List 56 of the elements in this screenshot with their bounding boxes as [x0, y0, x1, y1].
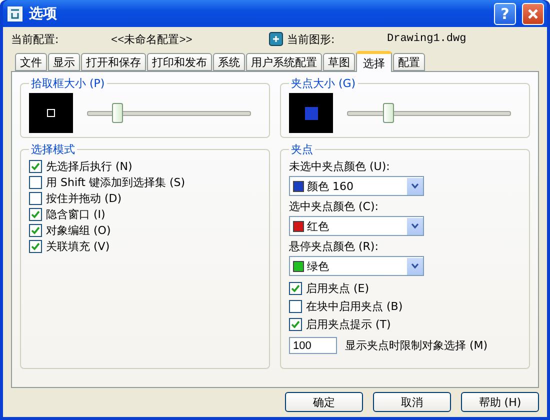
- checkbox[interactable]: [29, 208, 42, 221]
- checkbox-label: 隐含窗口 (I): [46, 207, 106, 222]
- drawing-icon: [269, 32, 283, 46]
- color-dropdown[interactable]: 颜色 160: [289, 176, 424, 196]
- slider-thumb[interactable]: [112, 102, 123, 122]
- checkbox-label: 用 Shift 键添加到选择集 (S): [46, 175, 186, 190]
- pickbox-preview: [29, 93, 73, 133]
- checkbox[interactable]: [29, 240, 42, 253]
- group-title: 夹点大小 (G): [290, 76, 357, 91]
- dialog-button[interactable]: 帮助 (H): [461, 392, 539, 412]
- checkbox-label: 在块中启用夹点 (B): [306, 299, 403, 314]
- checkbox[interactable]: [29, 192, 42, 205]
- field-label: 未选中夹点颜色 (U):: [289, 159, 391, 174]
- dialog-button[interactable]: 取消: [373, 392, 451, 412]
- dialog-button[interactable]: 确定: [285, 392, 363, 412]
- checkbox-label: 启用夹点提示 (T): [306, 317, 391, 332]
- group-title: 拾取框大小 (P): [30, 76, 106, 91]
- close-button[interactable]: [522, 2, 544, 24]
- field-label: 显示夹点时限制对象选择 (M): [345, 338, 488, 353]
- checkbox-label: 对象编组 (O): [46, 223, 111, 238]
- checkbox[interactable]: [289, 282, 302, 295]
- profile-label: 当前配置:: [11, 32, 60, 46]
- close-icon: [527, 8, 539, 20]
- group-title: 选择模式: [30, 142, 76, 157]
- color-dropdown[interactable]: 红色: [289, 216, 424, 236]
- field-label: 悬停夹点颜色 (R):: [289, 239, 380, 254]
- tab[interactable]: 选择: [356, 51, 392, 72]
- checkbox[interactable]: [289, 300, 302, 313]
- checkbox-label: 按住并拖动 (D): [46, 191, 122, 206]
- checkbox[interactable]: [289, 318, 302, 331]
- profile-value: <<未命名配置>>: [111, 33, 194, 46]
- drawing-label: 当前图形:: [287, 32, 336, 46]
- app-icon: [7, 6, 23, 22]
- tab[interactable]: 文件: [15, 53, 47, 71]
- checkbox-label: 关联填充 (V): [46, 239, 110, 254]
- grip-preview: [289, 93, 333, 133]
- tab[interactable]: 草图: [323, 53, 355, 71]
- tab[interactable]: 打印和发布: [147, 53, 212, 71]
- group-title: 夹点: [290, 142, 314, 157]
- slider-thumb[interactable]: [382, 102, 394, 122]
- help-button[interactable]: ?: [494, 2, 516, 24]
- tab[interactable]: 系统: [213, 53, 245, 71]
- tab[interactable]: 显示: [48, 53, 80, 71]
- drawing-value: Drawing1.dwg: [387, 33, 466, 45]
- color-dropdown[interactable]: 绿色: [289, 256, 424, 276]
- checkbox-label: 先选择后执行 (N): [46, 159, 132, 174]
- checkbox-label: 启用夹点 (E): [306, 281, 370, 296]
- window-title: 选项: [29, 4, 58, 22]
- tab[interactable]: 配置: [393, 53, 425, 71]
- field-label: 选中夹点颜色 (C):: [289, 199, 380, 214]
- tab[interactable]: 打开和保存: [81, 53, 146, 71]
- checkbox[interactable]: [29, 176, 42, 189]
- input-field[interactable]: 100: [289, 337, 337, 354]
- checkbox[interactable]: [29, 160, 42, 173]
- tab[interactable]: 用户系统配置: [246, 53, 322, 71]
- checkbox[interactable]: [29, 224, 42, 237]
